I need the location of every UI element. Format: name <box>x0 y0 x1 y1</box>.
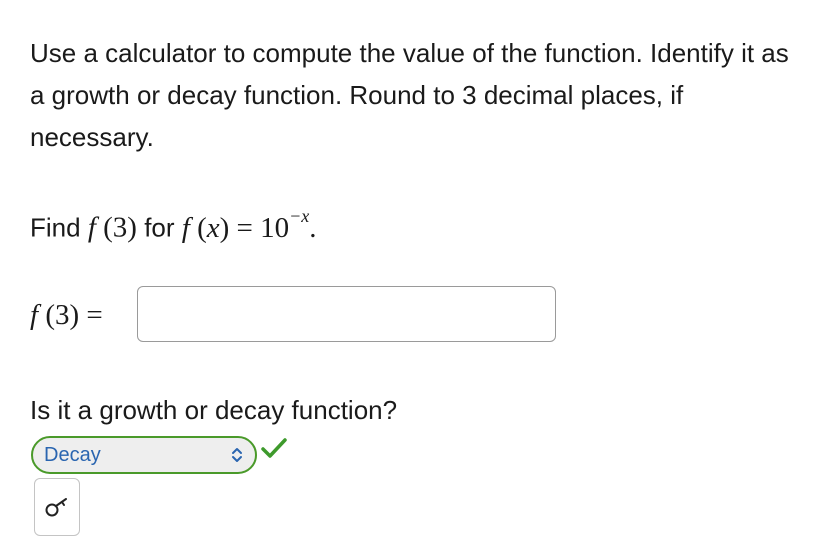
symbol-palette-button[interactable] <box>34 478 80 536</box>
symbol-palette-icon <box>45 498 67 517</box>
find-lead: Find <box>30 212 88 243</box>
function-expression: f (3) <box>87 211 145 244</box>
problem-statement: Find f (3) for f (x) = 10−x. <box>30 196 317 252</box>
checkmark-icon <box>261 438 287 458</box>
question-text: Is it a growth or decay function? <box>30 395 398 425</box>
answer-row: f (3) = <box>30 286 556 344</box>
exponent: −x <box>289 206 310 226</box>
function-definition: f (x) = 10−x. <box>181 206 317 244</box>
find-mid: for <box>144 212 182 243</box>
answer-label: f (3) = <box>30 298 103 331</box>
growth-decay-select[interactable]: Decay <box>31 436 257 474</box>
up-down-chevron-icon <box>232 448 242 462</box>
select-value: Decay <box>44 443 101 466</box>
problem-instructions: Use a calculator to compute the value of… <box>30 32 800 158</box>
instructions-text: Use a calculator to compute the value of… <box>30 38 789 152</box>
answer-input[interactable] <box>137 286 556 342</box>
